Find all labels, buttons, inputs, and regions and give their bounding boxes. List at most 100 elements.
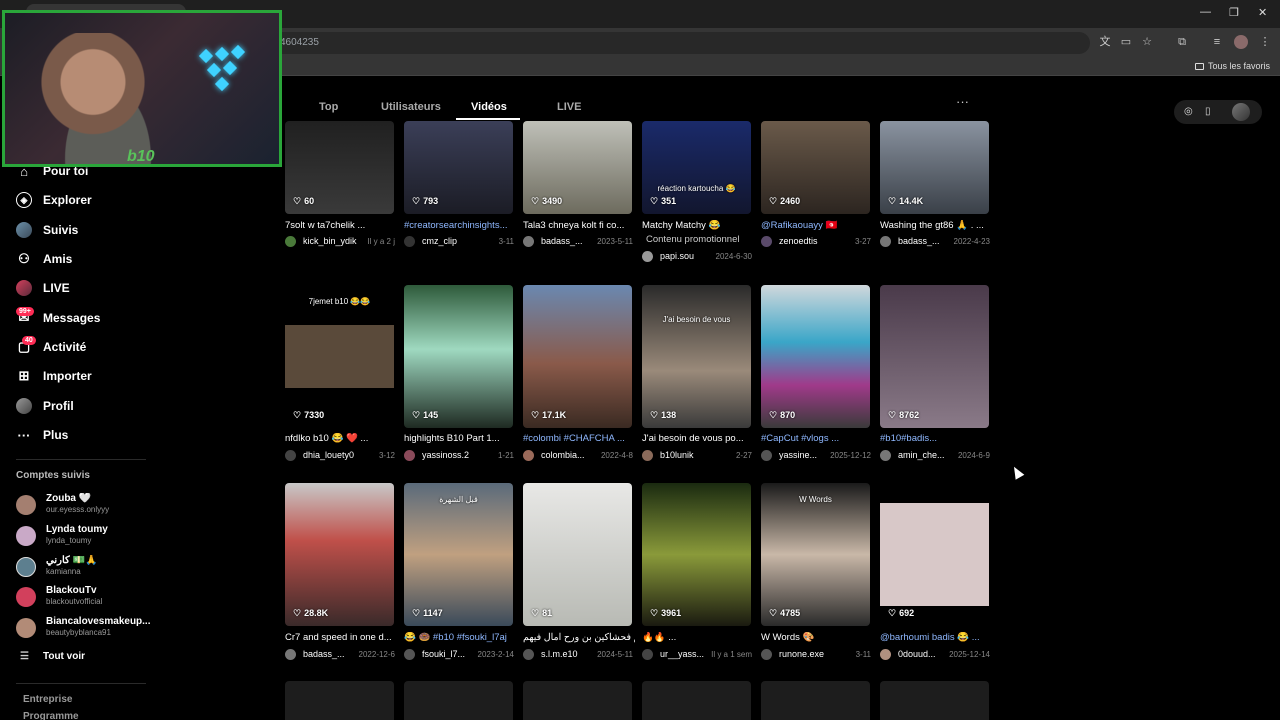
video-caption[interactable]: 7solt w ta7chelik ...: [285, 220, 397, 231]
nav-more[interactable]: ··· Plus: [16, 424, 69, 446]
nav-live[interactable]: LIVE: [16, 277, 70, 299]
video-thumbnail[interactable]: [285, 285, 394, 428]
minimize-icon[interactable]: —: [1200, 6, 1211, 18]
video-meta[interactable]: badass_... 2022-4-23: [880, 235, 992, 248]
nav-profile[interactable]: Profil: [16, 395, 74, 417]
video-thumbnail[interactable]: [642, 285, 751, 428]
video-caption[interactable]: Washing the gt86 🙏 . ...: [880, 220, 992, 231]
nav-following[interactable]: Suivis: [16, 219, 78, 241]
video-caption[interactable]: 😂 🍩 #b10 #fsouki_l7aj: [404, 632, 516, 643]
heart-icon: ♡: [412, 196, 421, 206]
video-meta[interactable]: cmz_clip 3-11: [404, 235, 516, 248]
video-thumbnail[interactable]: [642, 483, 751, 626]
video-meta[interactable]: colombia... 2022-4-8: [523, 449, 635, 462]
nav-friends[interactable]: ⚇ Amis: [16, 248, 72, 270]
video-thumbnail[interactable]: [880, 483, 989, 626]
video-thumbnail[interactable]: [285, 483, 394, 626]
video-meta[interactable]: badass_... 2023-5-11: [523, 235, 635, 248]
video-caption[interactable]: Cr7 and speed in one d...: [285, 632, 397, 643]
video-thumbnail[interactable]: [404, 285, 513, 428]
tab-live[interactable]: LIVE: [557, 101, 581, 113]
video-meta[interactable]: kick_bin_ydik Il y a 2 j: [285, 235, 397, 248]
video-meta[interactable]: yassine... 2025-12-12: [761, 449, 873, 462]
all-bookmarks-link[interactable]: Tous les favoris: [1194, 61, 1270, 71]
author-avatar: [761, 236, 772, 247]
video-thumbnail[interactable]: [523, 285, 632, 428]
video-meta[interactable]: runone.exe 3-11: [761, 648, 873, 661]
video-meta[interactable]: papi.sou 2024-6-30: [642, 250, 754, 263]
author-avatar: [285, 450, 296, 461]
translate-icon[interactable]: 文: [1098, 35, 1112, 49]
video-caption[interactable]: Matchy Matchy 😂: [642, 220, 754, 231]
footer-link-business[interactable]: Entreprise: [23, 694, 72, 705]
video-caption[interactable]: #colombi #CHAFCHA ...: [523, 433, 635, 444]
see-all-button[interactable]: ☰ Tout voir: [20, 651, 85, 662]
author-name: badass_...: [898, 236, 940, 246]
video-caption[interactable]: highlights B10 Part 1...: [404, 433, 516, 444]
followed-account[interactable]: Zouba 🤍 our.eyesss.onlyyy: [16, 492, 156, 518]
nav-upload[interactable]: ⊞ Importer: [16, 365, 92, 387]
video-meta[interactable]: amin_che... 2024-6-9: [880, 449, 992, 462]
nav-explore[interactable]: ◈ Explorer: [16, 189, 92, 211]
video-caption[interactable]: 🔥🔥 ...: [642, 632, 754, 643]
video-thumbnail[interactable]: [880, 285, 989, 428]
video-meta[interactable]: fsouki_l7... 2023-2-14: [404, 648, 516, 661]
tab-top[interactable]: Top: [319, 101, 338, 113]
video-meta[interactable]: s.l.m.e10 2024-5-11: [523, 648, 635, 661]
compass-small-icon[interactable]: ◎: [1184, 106, 1193, 117]
video-thumbnail[interactable]: [404, 483, 513, 626]
video-meta[interactable]: dhia_louety0 3-12: [285, 449, 397, 462]
tab-videos[interactable]: Vidéos: [471, 101, 507, 113]
video-caption[interactable]: #creatorsearchinsights...: [404, 220, 516, 231]
bookmark-star-icon[interactable]: ☆: [1140, 35, 1154, 49]
video-thumbnail[interactable]: [761, 483, 870, 626]
light-panel: [230, 44, 246, 60]
video-caption[interactable]: J'ai besoin de vous po...: [642, 433, 754, 444]
video-meta[interactable]: ur__yass... Il y a 1 sem: [642, 648, 754, 661]
more-options-icon[interactable]: ···: [956, 94, 969, 109]
video-caption[interactable]: #CapCut #vlogs ...: [761, 433, 873, 444]
media-icon[interactable]: ≡: [1210, 35, 1224, 49]
menu-kebab-icon[interactable]: ⋮: [1258, 35, 1272, 49]
author-name: colombia...: [541, 450, 585, 460]
video-caption[interactable]: W Words 🎨: [761, 632, 873, 643]
stream-logo: b10: [127, 148, 155, 165]
video-meta[interactable]: zenoedtis 3-27: [761, 235, 873, 248]
followed-account[interactable]: BlackouTv blackoutvofficial: [16, 584, 156, 610]
video-caption[interactable]: @barhoumi badis 😂 ...: [880, 632, 992, 643]
author-name: 0douud...: [898, 649, 936, 659]
like-count: ♡ 145: [412, 410, 438, 421]
video-placeholder: [880, 681, 989, 720]
video-caption[interactable]: @Rafikaouayy 🇹🇳: [761, 220, 873, 231]
video-thumbnail[interactable]: [761, 285, 870, 428]
address-bar[interactable]: 4604235: [230, 32, 1090, 54]
video-meta[interactable]: badass_... 2022-12-6: [285, 648, 397, 661]
heart-icon: ♡: [650, 196, 659, 206]
video-meta[interactable]: b10lunik 2-27: [642, 449, 754, 462]
device-icon[interactable]: ▯: [1205, 106, 1211, 117]
profile-icon[interactable]: [1234, 35, 1248, 49]
video-caption[interactable]: nfdlko b10 😂 ❤️ ...: [285, 433, 397, 444]
tab-users[interactable]: Utilisateurs: [381, 101, 441, 113]
author-name: amin_che...: [898, 450, 945, 460]
extensions-icon[interactable]: ⧉: [1175, 35, 1189, 49]
video-overlay-text: قبل الشهرة: [439, 495, 478, 504]
video-caption[interactable]: Tala3 chneya kolt fi co...: [523, 220, 635, 231]
footer-link-program[interactable]: Programme: [23, 711, 79, 720]
video-caption[interactable]: بسم فحشاكين بن ورح امال فيهم: [523, 632, 635, 643]
video-thumbnail[interactable]: [523, 483, 632, 626]
followed-account[interactable]: Biancalovesmakeup... beautybyblanca91: [16, 615, 156, 641]
video-caption[interactable]: #b10#badis...: [880, 433, 992, 444]
heart-icon: ♡: [888, 608, 897, 618]
cast-icon[interactable]: ▭: [1119, 35, 1133, 49]
restore-icon[interactable]: ❐: [1229, 6, 1239, 19]
video-meta[interactable]: yassinoss.2 1-21: [404, 449, 516, 462]
mouse-cursor-icon: [1009, 464, 1025, 480]
video-placeholder: [285, 681, 394, 720]
followed-account[interactable]: كارني 💵🙏 kamianna: [16, 554, 156, 580]
video-meta[interactable]: 0douud... 2025-12-14: [880, 648, 992, 661]
followed-account[interactable]: Lynda toumy lynda_toumy: [16, 523, 156, 549]
user-avatar-icon[interactable]: [1232, 103, 1250, 121]
window-close-icon[interactable]: ✕: [1258, 6, 1267, 19]
account-handle: beautybyblanca91: [46, 628, 111, 637]
